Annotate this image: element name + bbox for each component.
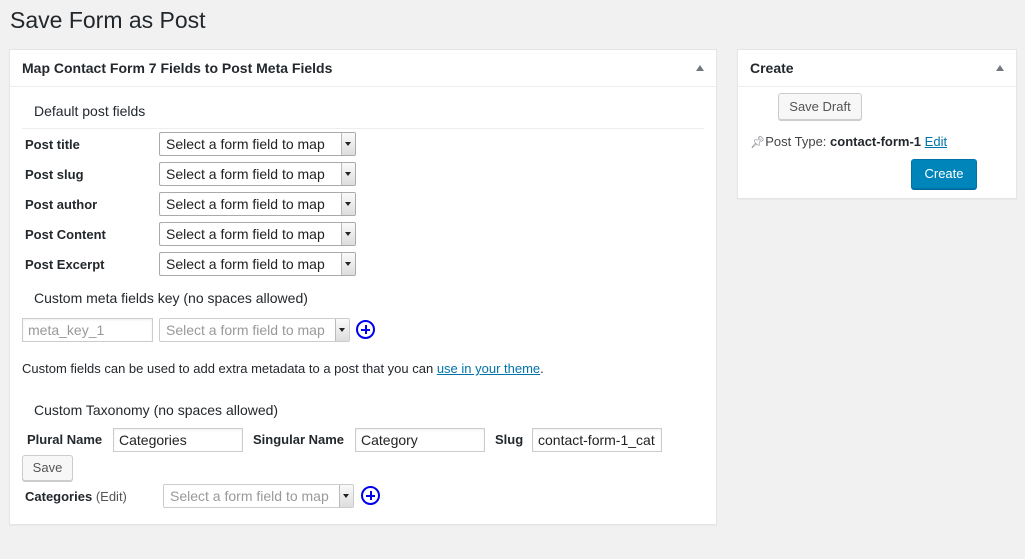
singular-name-input[interactable]: Category (355, 428, 485, 452)
default-fields-heading: Default post fields (34, 103, 146, 119)
chevron-down-icon (341, 133, 355, 155)
post-slug-select[interactable]: Select a form field to map (159, 162, 356, 186)
field-mapping-panel-title: Map Contact Form 7 Fields to Post Meta F… (22, 60, 333, 76)
save-taxonomy-button[interactable]: Save (22, 455, 73, 481)
chevron-down-icon (335, 319, 349, 341)
select-value: Select a form field to map (166, 322, 325, 338)
select-value: Select a form field to map (170, 488, 329, 504)
singular-name-label: Singular Name (253, 432, 345, 447)
chevron-down-icon (339, 485, 353, 507)
add-meta-field-icon[interactable] (356, 320, 375, 339)
help-end: . (540, 361, 544, 376)
select-value: Select a form field to map (166, 256, 325, 272)
meta-key-input[interactable]: meta_key_1 (22, 318, 153, 342)
create-panel-title: Create (750, 60, 794, 76)
chevron-down-icon (341, 253, 355, 275)
save-draft-button[interactable]: Save Draft (778, 93, 862, 120)
plural-name-input[interactable]: Categories (113, 428, 243, 452)
post-type-edit-link[interactable]: Edit (925, 134, 947, 149)
categories-label: Categories (25, 489, 93, 504)
post-excerpt-select[interactable]: Select a form field to map (159, 252, 356, 276)
select-value: Select a form field to map (166, 166, 325, 182)
post-title-label: Post title (25, 137, 80, 152)
post-type-label: Post Type: (765, 134, 831, 149)
add-category-field-icon[interactable] (361, 486, 380, 505)
use-in-theme-link[interactable]: use in your theme (437, 361, 540, 376)
plural-name-label: Plural Name (27, 432, 103, 447)
create-panel-header: Create (738, 50, 1016, 87)
chevron-down-icon (341, 163, 355, 185)
post-title-select[interactable]: Select a form field to map (159, 132, 356, 156)
chevron-down-icon (341, 193, 355, 215)
post-excerpt-label: Post Excerpt (25, 257, 105, 272)
chevron-down-icon (341, 223, 355, 245)
pin-icon: 📌︎ (750, 135, 766, 149)
slug-input[interactable]: contact-form-1_cat (532, 428, 662, 452)
create-panel: Create Save Draft 📌︎Post Type: contact-f… (737, 49, 1017, 199)
post-author-label: Post author (25, 197, 98, 212)
custom-meta-heading: Custom meta fields key (no spaces allowe… (34, 290, 308, 306)
categories-field-select[interactable]: Select a form field to map (163, 484, 354, 508)
post-content-select[interactable]: Select a form field to map (159, 222, 356, 246)
meta-field-select[interactable]: Select a form field to map (159, 318, 350, 342)
select-value: Select a form field to map (166, 196, 325, 212)
select-value: Select a form field to map (166, 226, 325, 242)
slug-label: Slug (495, 432, 524, 447)
custom-taxonomy-heading: Custom Taxonomy (no spaces allowed) (34, 402, 279, 418)
divider (22, 128, 704, 129)
page-title: Save Form as Post (10, 7, 206, 33)
custom-fields-help: Custom fields can be used to add extra m… (22, 361, 544, 376)
categories-edit-link[interactable]: (Edit) (96, 489, 127, 504)
field-mapping-panel-header: Map Contact Form 7 Fields to Post Meta F… (10, 50, 716, 87)
post-content-label: Post Content (25, 227, 106, 242)
post-slug-label: Post slug (25, 167, 84, 182)
post-type-info: 📌︎Post Type: contact-form-1 Edit (750, 134, 947, 149)
categories-row-label: Categories (Edit) (25, 489, 127, 504)
select-value: Select a form field to map (166, 136, 325, 152)
field-mapping-panel: Map Contact Form 7 Fields to Post Meta F… (9, 49, 717, 525)
collapse-toggle-icon[interactable] (996, 65, 1004, 71)
help-text: Custom fields can be used to add extra m… (22, 361, 437, 376)
post-type-value: contact-form-1 (830, 134, 922, 149)
post-author-select[interactable]: Select a form field to map (159, 192, 356, 216)
create-button[interactable]: Create (911, 159, 977, 189)
collapse-toggle-icon[interactable] (696, 65, 704, 71)
